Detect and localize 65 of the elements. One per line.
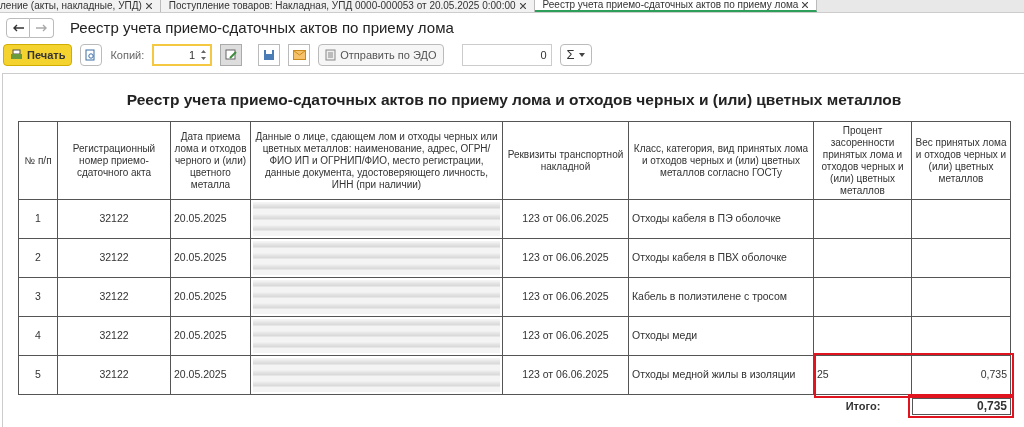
column-header: № п/п <box>19 122 58 201</box>
table-cell: 123 от 06.06.2025 <box>503 317 629 357</box>
magnifier-icon <box>85 49 98 61</box>
report-title: Реестр учета приемо-сдаточных актов по приему лома и отходов черных и (или) цветных металлов <box>125 90 903 110</box>
close-icon[interactable] <box>145 3 152 9</box>
pencil-sheet-icon <box>224 49 238 61</box>
spinner-icon[interactable] <box>199 48 209 62</box>
column-header: Класс, категория, вид принятых лома и отходов черных и (или) цветных металлов согласно ГОСТу <box>629 122 814 201</box>
table-cell: Кабель в полиэтилене с тросом <box>629 278 814 318</box>
table-cell: 123 от 06.06.2025 <box>503 239 629 279</box>
total-value: 0,735 <box>912 397 1011 415</box>
table-cell: 32122 <box>58 356 171 396</box>
column-header: Вес принятых лома и отходов черных и (или) цветных металлов <box>912 122 1011 201</box>
close-icon[interactable] <box>519 3 526 9</box>
forward-arrow-icon <box>36 24 47 32</box>
send-edo-button[interactable]: Отправить по ЭДО <box>318 44 444 66</box>
table-cell: 123 от 06.06.2025 <box>503 200 629 240</box>
table-cell: Отходы медной жилы в изоляции <box>629 356 814 396</box>
close-icon[interactable] <box>802 2 809 8</box>
document-tab[interactable]: ление (акты, накладные, УПД) <box>0 0 161 12</box>
table-cell: Отходы кабеля в ПВХ оболочке <box>629 239 814 279</box>
table-cell: Отходы меди <box>629 317 814 357</box>
counter-field[interactable]: 0 <box>461 44 552 66</box>
back-arrow-icon <box>12 24 24 32</box>
table-cell: 123 от 06.06.2025 <box>503 356 629 396</box>
table-cell: 32122 <box>58 239 171 279</box>
save-button[interactable] <box>258 44 281 66</box>
table-cell: 25 <box>814 356 912 396</box>
document-tab[interactable]: Реестр учета приемо-сдаточных актов по приему лома <box>534 0 818 12</box>
table-cell: 32122 <box>58 200 171 240</box>
table-cell: 1 <box>19 200 58 240</box>
document-tab[interactable]: Поступление товаров: Накладная, УПД 0000-000053 от 20.05.2025 0:00:00 <box>160 0 535 12</box>
document-stack-icon <box>325 49 337 61</box>
edit-toggle-button[interactable] <box>220 44 243 66</box>
table-cell: Отходы кабеля в ПЭ оболочке <box>629 200 814 240</box>
table-cell: 2 <box>19 239 58 279</box>
table-cell: 0,735 <box>912 356 1011 396</box>
table-cell: 3 <box>19 278 58 318</box>
column-header: Регистрационный номер приемо-сдаточного акта <box>58 122 171 201</box>
table-cell: 20.05.2025 <box>171 278 251 318</box>
table-cell: 20.05.2025 <box>171 239 251 279</box>
table-cell: 123 от 06.06.2025 <box>503 278 629 318</box>
window-title: Реестр учета приемо-сдаточных актов по приему лома <box>70 17 454 38</box>
column-header: Данные о лице, сдающем лом и отходы черных или цветных металлов: наименование, адрес, ОГРН/ФИО ИП и ОГРНИП/ФИО, место регистрации, данные документа, удостоверяющего личность, ИНН (при наличии) <box>251 122 503 201</box>
printer-icon <box>10 49 23 61</box>
email-button[interactable] <box>288 44 311 66</box>
column-header: Реквизиты транспортной накладной <box>503 122 629 201</box>
column-header: Дата приема лома и отходов черного и (или) цветного металла <box>171 122 251 201</box>
back-button[interactable] <box>6 18 30 38</box>
caret-icon <box>578 53 585 57</box>
table-cell: 4 <box>19 317 58 357</box>
table-cell: 20.05.2025 <box>171 317 251 357</box>
table-cell: 20.05.2025 <box>171 356 251 396</box>
column-header: Процент засоренности принятых лома и отходов черных и (или) цветных металлов <box>814 122 912 201</box>
total-label: Итого: <box>844 399 882 414</box>
table-cell: 20.05.2025 <box>171 200 251 240</box>
copies-field[interactable]: 1 <box>152 44 213 66</box>
table-cell: 32122 <box>58 317 171 357</box>
envelope-icon <box>292 50 306 60</box>
copies-label: Копий: <box>110 47 145 63</box>
table-cell: 32122 <box>58 278 171 318</box>
sum-button[interactable]: Σ <box>559 44 592 66</box>
table-cell: 5 <box>19 356 58 396</box>
print-button[interactable]: Печать <box>3 44 73 66</box>
floppy-icon <box>263 49 276 61</box>
